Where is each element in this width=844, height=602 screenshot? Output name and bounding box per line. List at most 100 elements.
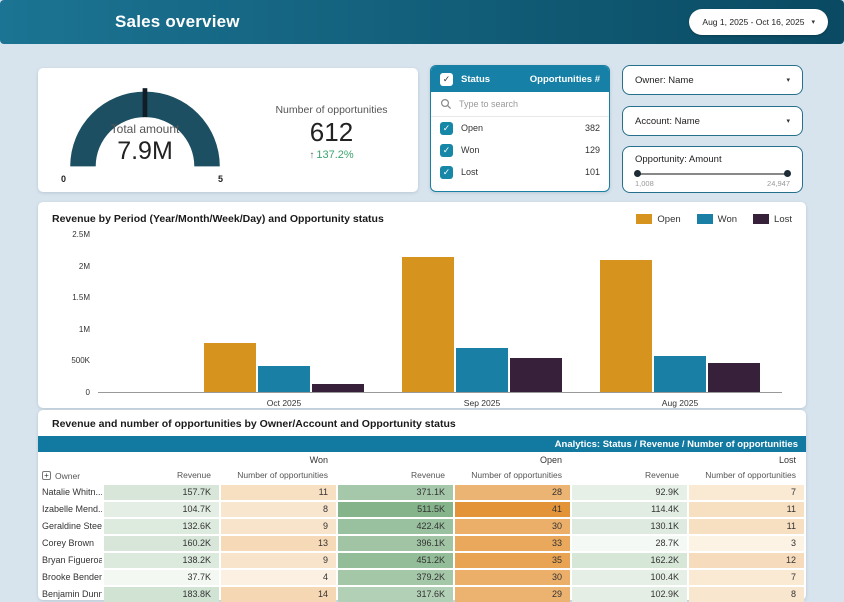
analytics-bar-label: Analytics: Status / Revenue / Number of … (555, 439, 798, 450)
search-icon (440, 98, 452, 110)
revenue-cell[interactable]: 371.1K (338, 485, 453, 500)
date-range-picker[interactable]: Aug 1, 2025 - Oct 16, 2025 ▾ (689, 9, 828, 35)
amount-range-slider[interactable] (635, 169, 790, 178)
revenue-cell[interactable]: 104.7K (104, 502, 219, 517)
status-filter-title: Status (461, 74, 490, 85)
status-group-header-row: Won Open Lost (40, 452, 804, 468)
revenue-cell[interactable]: 160.2K (104, 536, 219, 551)
legend-label: Open (657, 214, 680, 225)
revenue-cell[interactable]: 511.5K (338, 502, 453, 517)
bar-won[interactable] (258, 366, 310, 392)
legend-item-open[interactable]: Open (636, 214, 680, 225)
revenue-cell[interactable]: 451.2K (338, 553, 453, 568)
group-header-lost: Lost (572, 452, 804, 468)
revenue-cell[interactable]: 132.6K (104, 519, 219, 534)
count-cell[interactable]: 7 (689, 485, 804, 500)
owner-cell[interactable]: Brooke Bender (40, 570, 102, 585)
status-item-open[interactable]: ✓Open382 (431, 117, 609, 139)
opportunities-count-header: Opportunities # (530, 74, 600, 85)
owner-cell[interactable]: Corey Brown (40, 536, 102, 551)
checkbox-checked-icon[interactable]: ✓ (440, 122, 453, 135)
bar-lost[interactable] (312, 384, 364, 392)
count-cell[interactable]: 3 (689, 536, 804, 551)
x-axis-label: Aug 2025 (600, 398, 760, 408)
slider-handle-max[interactable] (784, 170, 791, 177)
bar-lost[interactable] (708, 363, 760, 392)
revenue-cell[interactable]: 379.2K (338, 570, 453, 585)
legend-item-won[interactable]: Won (697, 214, 737, 225)
amount-range-filter: Opportunity: Amount 1,008 24,947 (622, 146, 803, 193)
count-cell[interactable]: 28 (455, 485, 570, 500)
status-item-won[interactable]: ✓Won129 (431, 139, 609, 161)
chart-legend: Open Won Lost (636, 214, 792, 225)
count-cell[interactable]: 12 (689, 553, 804, 568)
status-select-all-checkbox[interactable]: ✓ (440, 73, 453, 86)
slider-track (635, 173, 790, 175)
owner-cell[interactable]: Natalie Whitn... (40, 485, 102, 500)
owner-cell[interactable]: Izabelle Mend... (40, 502, 102, 517)
owner-column-header[interactable]: + Owner (40, 471, 102, 481)
table-row: Brooke Bender37.7K4379.2K30100.4K7 (40, 570, 804, 585)
bar-open[interactable] (204, 343, 256, 392)
table-row: Geraldine Steel132.6K9422.4K30130.1K11 (40, 519, 804, 534)
bar-open[interactable] (600, 260, 652, 392)
opportunities-kpi: Number of opportunities 612 ↑137.2% (245, 68, 418, 192)
revenue-cell[interactable]: 28.7K (572, 536, 687, 551)
col-header-won-count: Number of opportunities (221, 468, 336, 483)
top-row: Total amount 7.9M 0 5 Number of opportun… (38, 65, 803, 193)
count-cell[interactable]: 35 (455, 553, 570, 568)
status-item-lost[interactable]: ✓Lost101 (431, 161, 609, 183)
table-row: Natalie Whitn...157.7K11371.1K2892.9K7 (40, 485, 804, 500)
bar-won[interactable] (456, 348, 508, 392)
owner-filter-dropdown[interactable]: Owner: Name ▾ (622, 65, 803, 95)
count-cell[interactable]: 30 (455, 570, 570, 585)
checkbox-checked-icon[interactable]: ✓ (440, 166, 453, 179)
account-filter-dropdown[interactable]: Account: Name ▾ (622, 106, 803, 136)
expand-all-icon[interactable]: + (42, 471, 51, 480)
col-header-lost-revenue: Revenue (572, 468, 687, 483)
gauge-label: Total amount (60, 122, 230, 136)
count-cell[interactable]: 41 (455, 502, 570, 517)
revenue-cell[interactable]: 157.7K (104, 485, 219, 500)
table-title: Revenue and number of opportunities by O… (38, 418, 806, 430)
chart-title: Revenue by Period (Year/Month/Week/Day) … (52, 213, 384, 225)
revenue-cell[interactable]: 130.1K (572, 519, 687, 534)
filters-column: Owner: Name ▾ Account: Name ▾ Opportunit… (622, 65, 803, 193)
owner-cell[interactable]: Bryan Figueroa (40, 553, 102, 568)
count-cell[interactable]: 33 (455, 536, 570, 551)
slider-handle-min[interactable] (634, 170, 641, 177)
count-cell[interactable]: 11 (689, 502, 804, 517)
count-cell[interactable]: 30 (455, 519, 570, 534)
revenue-cell[interactable]: 138.2K (104, 553, 219, 568)
revenue-cell[interactable]: 100.4K (572, 570, 687, 585)
revenue-cell[interactable]: 162.2K (572, 553, 687, 568)
revenue-cell[interactable]: 422.4K (338, 519, 453, 534)
revenue-cell[interactable]: 114.4K (572, 502, 687, 517)
status-search-input[interactable]: Type to search (431, 92, 609, 117)
revenue-cell[interactable]: 92.9K (572, 485, 687, 500)
count-cell[interactable]: 9 (221, 553, 336, 568)
legend-item-lost[interactable]: Lost (753, 214, 792, 225)
count-cell[interactable]: 13 (221, 536, 336, 551)
bar-open[interactable] (402, 257, 454, 392)
count-cell[interactable]: 7 (689, 570, 804, 585)
count-cell[interactable]: 8 (221, 502, 336, 517)
bar-lost[interactable] (510, 358, 562, 392)
y-tick-label: 0 (52, 388, 90, 397)
owner-cell[interactable]: Geraldine Steel (40, 519, 102, 534)
count-cell[interactable]: 11 (221, 485, 336, 500)
revenue-cell[interactable]: 396.1K (338, 536, 453, 551)
count-cell[interactable]: 4 (221, 570, 336, 585)
revenue-cell[interactable]: 37.7K (104, 570, 219, 585)
count-cell[interactable]: 11 (689, 519, 804, 534)
checkbox-checked-icon[interactable]: ✓ (440, 144, 453, 157)
count-cell[interactable]: 9 (221, 519, 336, 534)
status-item-label: Open (461, 123, 483, 133)
date-range-label: Aug 1, 2025 - Oct 16, 2025 (702, 17, 804, 27)
bar-group-aug-2025 (600, 260, 760, 392)
table-row: Izabelle Mend...104.7K8511.5K41114.4K11 (40, 502, 804, 517)
chevron-down-icon: ▾ (811, 18, 815, 26)
bar-group-oct-2025 (204, 343, 364, 392)
opportunities-label: Number of opportunities (245, 104, 418, 116)
bar-won[interactable] (654, 356, 706, 392)
